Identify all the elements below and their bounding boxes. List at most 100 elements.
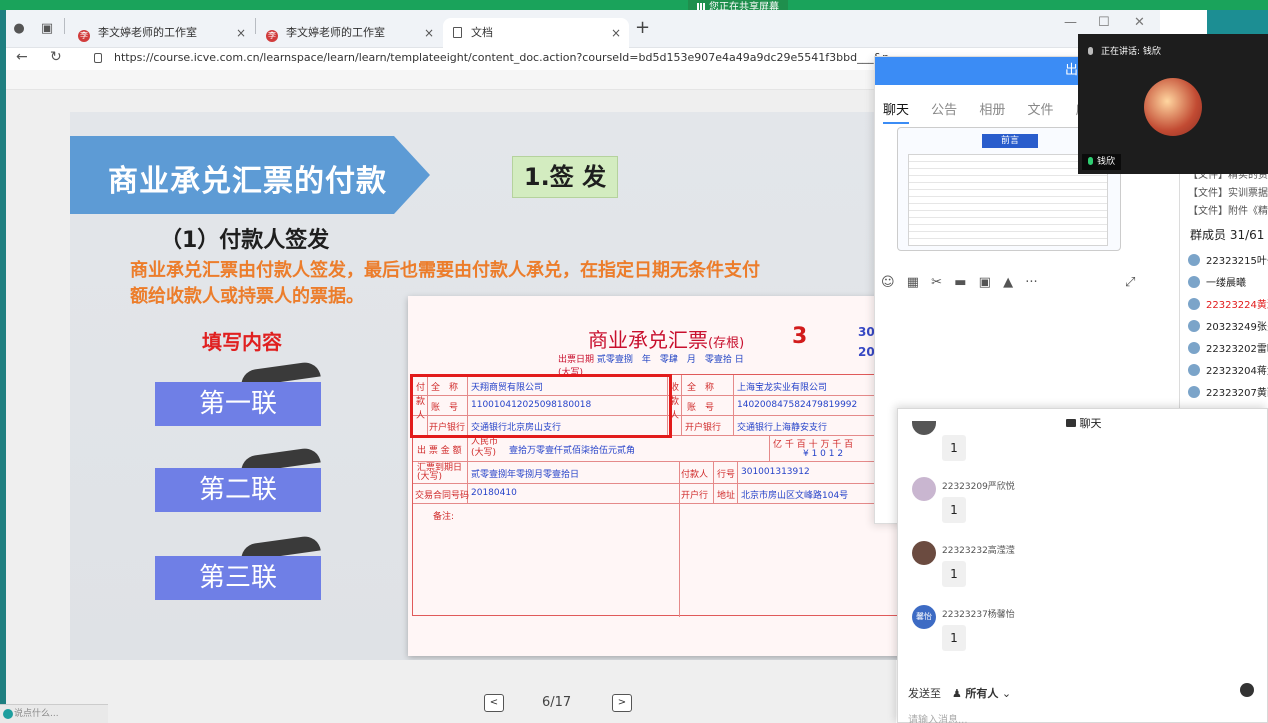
slide-pager: < 6/17 > [484,694,634,714]
due-date: 贰零壹捌年零捌月零壹拾日 [471,470,580,480]
speaking-indicator: 正在讲话: 钱欣 [1088,44,1161,57]
scissors-icon[interactable]: ✂ [931,275,942,290]
folder-icon[interactable]: ▬ [954,275,966,290]
page-indicator: 6/17 [542,695,572,710]
payee-name: 上海宝龙实业有限公司 [737,383,828,393]
payee-bank: 交通银行上海静安支行 [737,423,828,433]
tab-separator [64,18,65,34]
chat-title: 聊天 [898,415,1268,431]
emoji-icon[interactable]: ☺ [881,275,895,290]
avatar [912,541,936,565]
new-tab-button[interactable]: + [635,19,650,37]
copy-1-label: 第一联 [155,382,321,426]
amount-digits: ¥ 1 0 1 2 [803,449,844,459]
step-label: 1.签 发 [512,156,618,198]
bottom-comment-input[interactable]: 说点什么... [0,704,108,723]
chat-message: 1 [942,625,966,651]
lock-icon [94,53,102,63]
bell-icon[interactable]: ▲ [1003,275,1013,290]
chat-popup: 聊天 1 22323209严欣悦 1 22323232高滢滢 1 馨怡 2232… [897,408,1268,723]
tab-document[interactable]: 文档 × [443,18,629,48]
next-page-button[interactable]: > [612,694,632,712]
tab-files[interactable]: 文件 [1027,103,1053,118]
member-item[interactable]: 20323249张多 [1188,318,1268,333]
member-item[interactable]: 22323202雷晓 [1188,340,1268,355]
avatar [1188,342,1200,354]
sender-name: 22323237杨馨怡 [942,610,1015,620]
close-window-button[interactable]: ✕ [1134,15,1145,30]
chat-message: 1 [942,561,966,587]
site-favicon-icon: 李 [78,30,90,42]
avatar [1188,298,1200,310]
avatar [1188,254,1200,266]
avatar [1188,276,1200,288]
send-to-selector[interactable]: 发送至 ♟ 所有人 ⌄ [908,685,1011,701]
fill-content-label: 填写内容 [202,330,282,354]
slide-subtitle: （1）付款人签发 [160,228,330,253]
maximize-button[interactable]: ☐ [1098,15,1110,30]
prev-page-button[interactable]: < [484,694,504,712]
expand-icon[interactable]: ⤢ [1125,275,1135,290]
microphone-icon [1088,157,1093,165]
slide-title: 商业承兑汇票的付款 [108,164,387,199]
image-icon[interactable]: ▣ [979,275,991,290]
draft-number: 3 [792,324,808,349]
chevron-down-icon: ⌄ [1001,687,1012,700]
speaker-video[interactable]: 正在讲话: 钱欣 钱欣 [1078,34,1268,174]
avatar [912,477,936,501]
member-item[interactable]: 一缕晨曦 [1188,274,1246,289]
reload-icon[interactable]: ↻ [50,49,62,65]
member-list: 【文件】精实的资 【文件】实训票据 【文件】附件《精训 群成员 31/61 22… [1180,160,1268,410]
chat-message: 1 [942,435,966,461]
profile-icon[interactable]: ● [10,20,28,38]
back-arrow-icon[interactable]: ← [16,49,28,65]
contract-number: 20180410 [471,488,517,498]
tab-actions-icon[interactable]: ▣ [38,20,56,38]
sender-name: 22323209严欣悦 [942,482,1015,492]
draft-title: 商业承兑汇票(存根) [588,328,745,352]
member-item[interactable]: 22323224黄鸿 [1188,296,1268,311]
avatar [1188,386,1200,398]
screen-share-bar [0,0,1268,10]
bank-number: 301001313912 [741,467,810,477]
more-icon[interactable]: ··· [1025,275,1037,290]
user-icon: ♟ [952,687,962,700]
avatar [1188,320,1200,332]
group-panel-tabs: 聊天 公告 相册 文件 应 [883,99,1107,124]
chat-input[interactable]: 请输入消息... [908,711,968,723]
amount-words: 壹拾万零壹仟贰佰柒拾伍元贰角 [509,446,636,456]
close-tab-icon[interactable]: × [611,18,621,48]
speaker-avatar [1144,78,1202,136]
file-entry[interactable]: 【文件】附件《精训 [1188,202,1268,217]
speaker-name-tag: 钱欣 [1082,154,1122,170]
tab-studio-2[interactable]: 李李文婷老师的工作室 × [256,18,442,48]
close-tab-icon[interactable]: × [236,18,246,48]
file-entry[interactable]: 【文件】实训票据 [1188,184,1268,199]
member-count: 群成员 31/61 [1190,228,1265,242]
tab-studio-1[interactable]: 李李文婷老师的工作室 × [68,18,254,48]
minimize-button[interactable]: — [1064,15,1077,30]
microphone-icon [1088,47,1093,55]
avatar [912,421,936,435]
avatar [1188,364,1200,376]
tab-announcement[interactable]: 公告 [931,103,957,118]
payer-address: 北京市房山区文峰路104号 [741,491,849,501]
tab-album[interactable]: 相册 [979,103,1005,118]
copy-3-label: 第三联 [155,556,321,600]
app-logo-icon [3,709,13,719]
gif-icon[interactable]: ▦ [907,275,919,290]
close-tab-icon[interactable]: × [424,18,434,48]
payee-account: 14020084758​2479819992 [737,400,858,410]
payer-highlight-box [410,374,672,438]
url-field[interactable]: https://course.icve.com.cn/learnspace/le… [90,48,890,68]
site-favicon-icon: 李 [266,30,278,42]
member-item[interactable]: 22323207黄雨 [1188,384,1268,399]
chat-icon [1065,419,1076,427]
member-item[interactable]: 22323204蒋大 [1188,362,1268,377]
avatar: 馨怡 [912,605,936,629]
copy-2-label: 第二联 [155,468,321,512]
tab-chat[interactable]: 聊天 [883,103,910,124]
member-item[interactable]: 22323215叶子 [1188,252,1268,267]
chat-message: 1 [942,497,966,523]
emoji-icon[interactable] [1240,683,1254,697]
